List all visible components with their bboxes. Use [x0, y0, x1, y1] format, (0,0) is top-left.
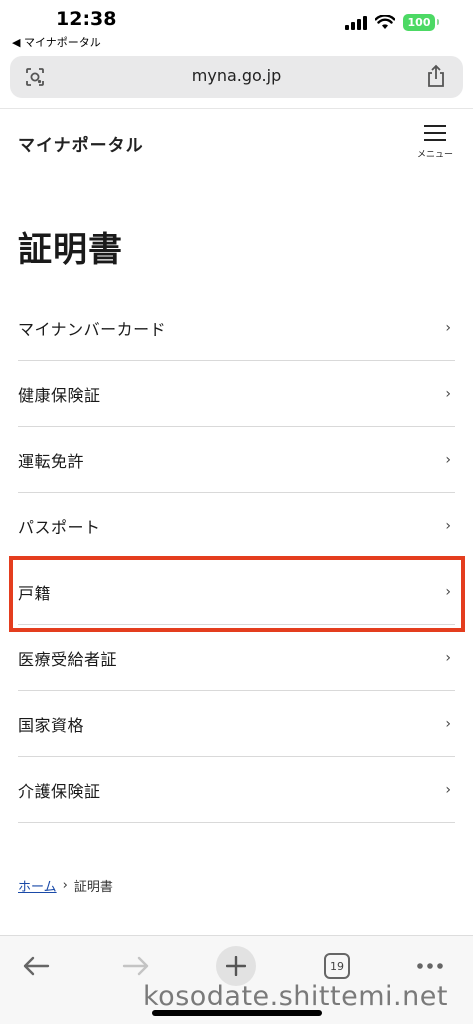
breadcrumb-current: 証明書 — [73, 880, 113, 895]
watermark-text: kosodate.shittemi.net — [143, 981, 448, 1012]
back-button[interactable] — [16, 946, 56, 986]
share-icon[interactable] — [425, 64, 447, 88]
status-icons: 100 — [345, 14, 439, 31]
site-logo[interactable]: マイナポータル — [18, 131, 144, 156]
breadcrumb-separator: › — [62, 878, 68, 893]
list-item-label: 国家資格 — [18, 715, 85, 735]
chevron-right-icon: › — [445, 649, 451, 666]
list-item-care-insurance[interactable]: 介護保険証 › — [18, 757, 455, 823]
list-item-health-insurance[interactable]: 健康保険証 › — [18, 361, 455, 427]
home-indicator — [152, 1010, 322, 1016]
tab-count-badge: 19 — [324, 953, 350, 979]
new-tab-button[interactable] — [216, 946, 256, 986]
page-title: 証明書 — [18, 230, 123, 270]
list-item-label: 介護保険証 — [18, 781, 101, 801]
list-item-label: パスポート — [18, 517, 101, 537]
url-text: myna.go.jp — [191, 66, 282, 85]
highlight-annotation — [9, 556, 465, 632]
menu-button[interactable]: メニュー — [413, 125, 457, 169]
list-item-passport[interactable]: パスポート › — [18, 493, 455, 559]
wifi-icon — [375, 15, 395, 29]
site-header: マイナポータル メニュー — [0, 108, 473, 178]
battery-icon: 100 — [403, 14, 439, 31]
status-time: 12:38 — [56, 8, 117, 30]
breadcrumb-home-link[interactable]: ホーム — [18, 876, 57, 895]
cellular-signal-icon — [345, 15, 367, 30]
plus-icon — [226, 956, 246, 976]
breadcrumb: ホーム › 証明書 — [18, 876, 113, 895]
chevron-right-icon: › — [445, 781, 451, 798]
tabs-button[interactable]: 19 — [317, 946, 357, 986]
chevron-right-icon: › — [445, 319, 451, 336]
back-to-app-link[interactable]: ◀ マイナポータル — [12, 34, 101, 50]
more-button[interactable] — [410, 946, 450, 986]
list-item-label: マイナンバーカード — [18, 319, 167, 339]
arrow-left-icon — [23, 956, 50, 976]
hamburger-icon — [424, 125, 446, 141]
list-item-label: 運転免許 — [18, 451, 85, 471]
chevron-right-icon: › — [445, 517, 451, 534]
forward-button[interactable] — [116, 946, 156, 986]
menu-label: メニュー — [416, 150, 453, 160]
list-item-label: 医療受給者証 — [18, 649, 118, 669]
list-item-medical-recipient[interactable]: 医療受給者証 › — [18, 625, 455, 691]
list-item-label: 健康保険証 — [18, 385, 101, 405]
list-item-drivers-license[interactable]: 運転免許 › — [18, 427, 455, 493]
list-item-national-qualification[interactable]: 国家資格 › — [18, 691, 455, 757]
arrow-right-icon — [122, 956, 149, 976]
list-item-my-number-card[interactable]: マイナンバーカード › — [18, 295, 455, 361]
chevron-right-icon: › — [445, 451, 451, 468]
chevron-right-icon: › — [445, 715, 451, 732]
address-bar[interactable]: myna.go.jp — [10, 56, 463, 98]
more-dots-icon — [417, 963, 443, 969]
status-bar: 12:38 ◀ マイナポータル 100 — [0, 0, 473, 52]
chevron-right-icon: › — [445, 385, 451, 402]
